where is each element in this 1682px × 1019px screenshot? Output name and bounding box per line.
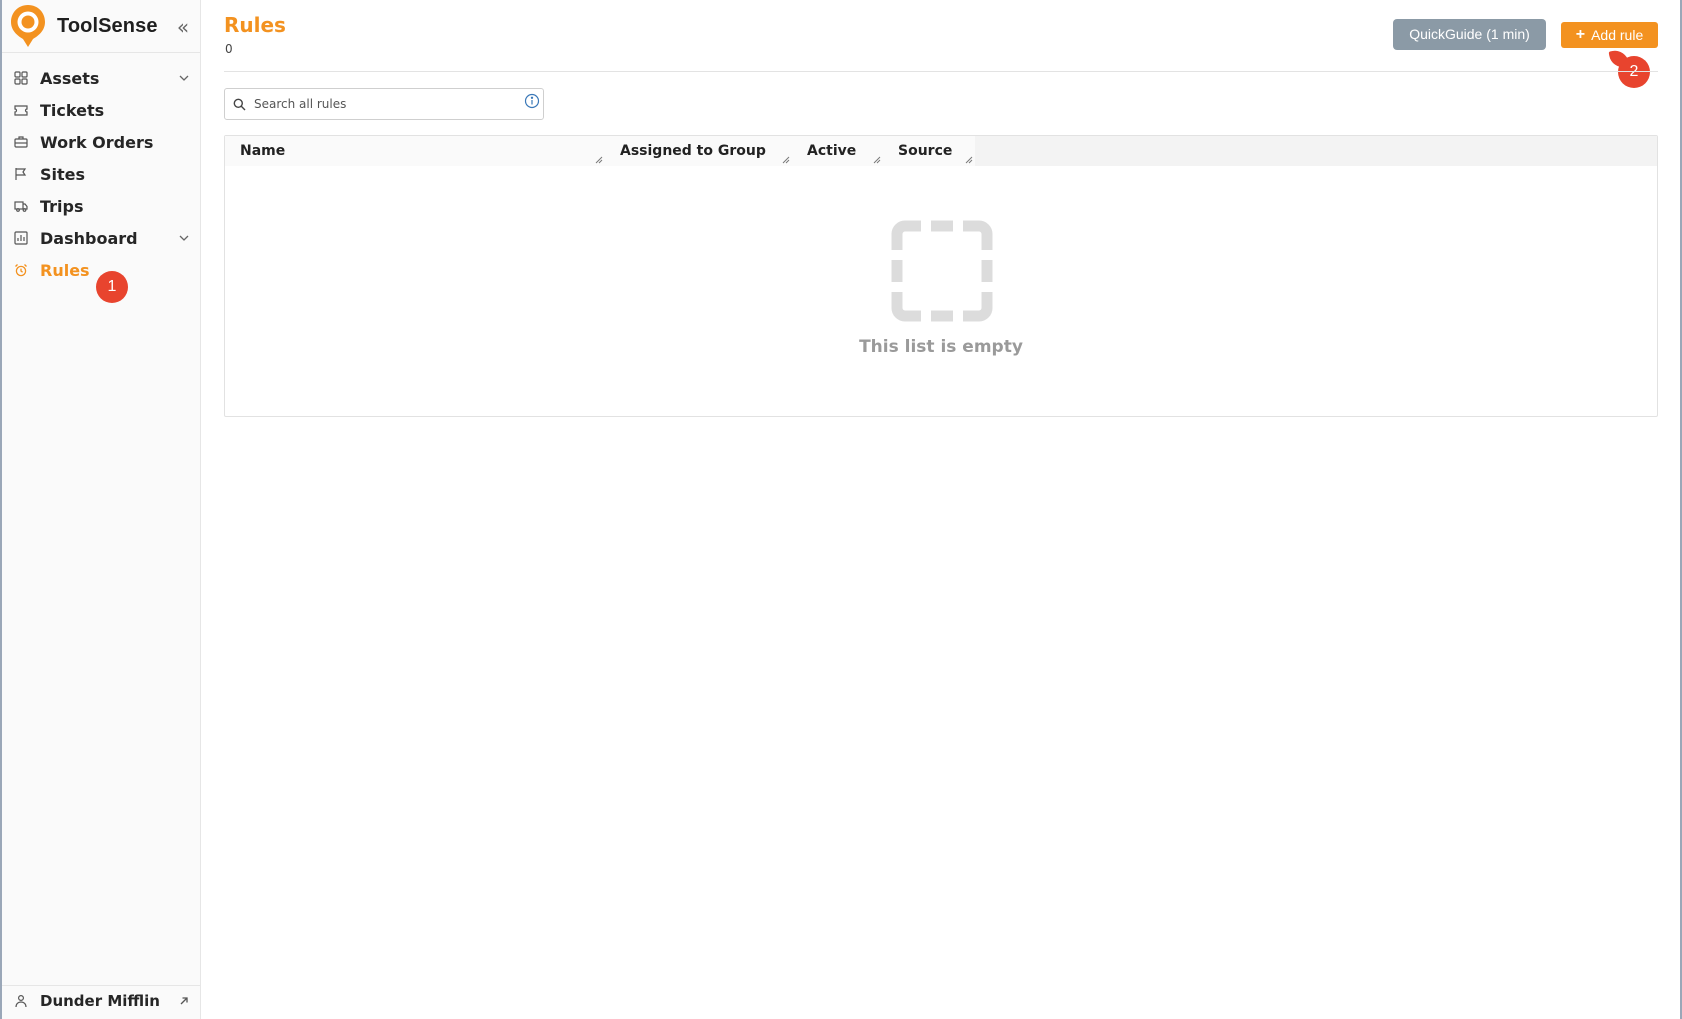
sidebar-nav: Assets Tickets Work Orders Sites Trips D… — [2, 62, 200, 286]
column-header-name[interactable]: Name — [225, 136, 605, 166]
briefcase-icon — [14, 136, 28, 148]
main-content: Rules 0 QuickGuide (1 min) + Add rule 2 … — [224, 0, 1658, 1019]
sidebar-item-trips[interactable]: Trips — [2, 190, 200, 222]
collapse-sidebar-icon[interactable]: « — [172, 14, 194, 40]
sidebar-item-label: Rules — [40, 260, 90, 280]
table-header-columns: Name Assigned to Group Active Source — [225, 136, 975, 166]
column-header-assigned-to-group[interactable]: Assigned to Group — [605, 136, 792, 166]
annotation-badge: 2 — [1618, 56, 1650, 88]
resize-handle-icon[interactable] — [873, 156, 881, 164]
sidebar-item-label: Work Orders — [40, 132, 154, 152]
brand[interactable]: ToolSense — [9, 5, 158, 47]
page-title: Rules — [224, 13, 286, 37]
sidebar-item-label: Sites — [40, 164, 86, 184]
sidebar-item-work-orders[interactable]: Work Orders — [2, 126, 200, 158]
alarm-icon — [15, 264, 27, 277]
add-rule-label: Add rule — [1591, 27, 1644, 43]
sidebar-item-assets[interactable]: Assets — [2, 62, 200, 94]
info-icon[interactable] — [524, 93, 540, 109]
chevron-down-icon[interactable] — [178, 232, 190, 244]
sidebar-item-label: Tickets — [40, 100, 105, 120]
sidebar-item-dashboard[interactable]: Dashboard — [2, 222, 200, 254]
rule-count: 0 — [225, 42, 233, 56]
sidebar-item-sites[interactable]: Sites — [2, 158, 200, 190]
divider — [2, 52, 200, 53]
flag-icon — [15, 168, 27, 180]
resize-handle-icon[interactable] — [595, 156, 603, 164]
sidebar-item-label: Dashboard — [40, 228, 138, 248]
sidebar-item-tickets[interactable]: Tickets — [2, 94, 200, 126]
resize-handle-icon[interactable] — [782, 156, 790, 164]
quickguide-button[interactable]: QuickGuide (1 min) — [1393, 19, 1546, 50]
truck-icon — [14, 201, 28, 212]
empty-list-icon — [891, 220, 993, 322]
chevron-down-icon[interactable] — [178, 72, 190, 84]
chart-icon — [14, 231, 28, 245]
divider — [2, 985, 200, 986]
column-header-active[interactable]: Active — [792, 136, 883, 166]
column-header-source[interactable]: Source — [883, 136, 975, 166]
grid-icon — [14, 71, 28, 85]
table-header: Name Assigned to Group Active Source — [225, 136, 1657, 166]
search-box — [224, 88, 544, 120]
organization-name: Dunder Mifflin — [40, 992, 160, 1010]
sidebar-item-label: Trips — [40, 196, 84, 216]
annotation-badge: 1 — [96, 271, 128, 303]
rules-table: Name Assigned to Group Active Source Thi… — [224, 135, 1658, 417]
sidebar-item-label: Assets — [40, 68, 100, 88]
ticket-icon — [14, 105, 28, 116]
external-link-icon[interactable] — [178, 995, 190, 1007]
toolsense-logo-icon — [11, 5, 45, 47]
resize-handle-icon[interactable] — [965, 156, 973, 164]
empty-state-message: This list is empty — [859, 337, 1023, 357]
org-icon — [15, 994, 27, 1008]
app-name: ToolSense — [57, 14, 158, 37]
search-input[interactable] — [254, 90, 514, 118]
divider — [224, 71, 1658, 72]
plus-icon: + — [1575, 26, 1586, 43]
search-icon — [233, 98, 246, 110]
organization-switcher[interactable]: Dunder Mifflin — [2, 989, 200, 1013]
add-rule-button[interactable]: + Add rule — [1561, 22, 1658, 48]
sidebar: ToolSense « Assets Tickets Work Orders S… — [2, 0, 201, 1019]
